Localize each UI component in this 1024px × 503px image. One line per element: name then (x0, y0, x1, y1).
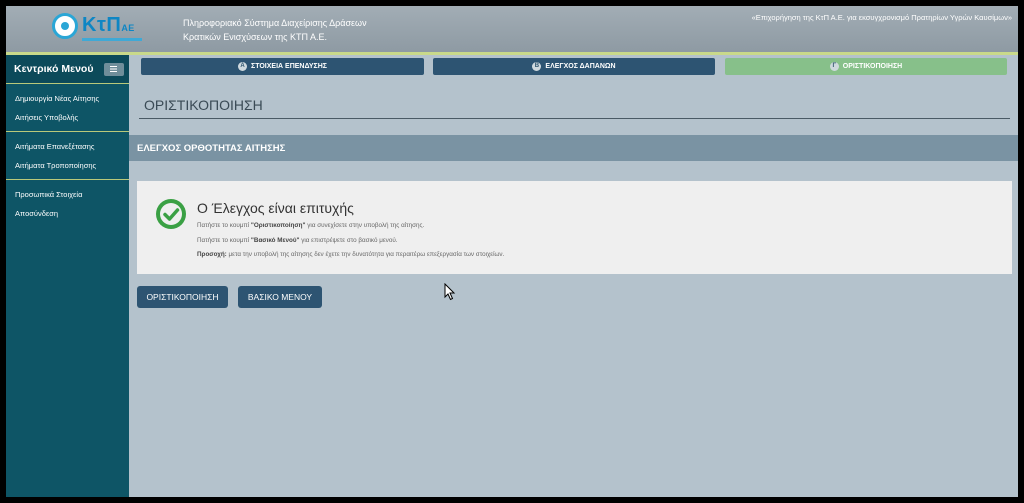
sidebar-group-requests: Αιτήματα Επανεξέτασης Αιτήματα Τροποποίη… (6, 132, 129, 180)
program-name: «Επιχορήγηση της ΚτΠ Α.Ε. για εκσυγχρονι… (751, 13, 1012, 22)
success-heading: Ο Έλεγχος είναι επιτυχής (197, 200, 354, 216)
sidebar-item-modification-requests[interactable]: Αιτήματα Τροποποίησης (6, 156, 129, 175)
success-check-icon (156, 199, 186, 229)
logo-ring-icon (52, 13, 78, 39)
finalize-button[interactable]: ΟΡΙΣΤΙΚΟΠΟΙΗΣΗ (137, 286, 228, 308)
system-title-line1: Πληροφοριακό Σύστημα Διαχείρισης Δράσεων (183, 18, 367, 28)
main-menu-button[interactable]: ΒΑΣΙΚΟ ΜΕΝΟΥ (238, 286, 322, 308)
sidebar-header: Κεντρικό Μενού (6, 55, 129, 84)
step-tab-investment-details[interactable]: A ΣΤΟΙΧΕΙΑ ΕΠΕΝΔΥΣΗΣ (141, 58, 424, 75)
warning-note: Προσοχή: μετα την υποβολή της αίτησης δε… (197, 251, 505, 258)
ktp-logo[interactable]: ΚτΠΑΕ (52, 13, 147, 45)
logo-underline (82, 38, 142, 41)
page-title: ΟΡΙΣΤΙΚΟΠΟΙΗΣΗ (144, 97, 263, 113)
sidebar-item-logout[interactable]: Αποσύνδεση (6, 204, 129, 223)
section-header: ΕΛΕΓΧΟΣ ΟΡΘΟΤΗΤΑΣ ΑΙΤΗΣΗΣ (129, 135, 1018, 161)
step-number-badge: B (532, 62, 542, 71)
step-number-badge: A (238, 62, 247, 71)
app-window: ΚτΠΑΕ Πληροφοριακό Σύστημα Διαχείρισης Δ… (6, 6, 1018, 497)
system-title-line2: Κρατικών Ενισχύσεων της ΚΤΠ Α.Ε. (183, 32, 328, 42)
mouse-cursor-icon (444, 283, 456, 301)
step-number-badge: Γ (829, 62, 839, 71)
hamburger-icon (110, 66, 117, 72)
validation-result-panel: Ο Έλεγχος είναι επιτυχής Πατήστε το κουμ… (137, 181, 1012, 274)
instruction-finalize: Πατήστε το κουμπί "Οριστικοποίηση" για σ… (197, 222, 425, 229)
system-title: Πληροφοριακό Σύστημα Διαχείρισης Δράσεων… (183, 16, 367, 44)
sidebar-title: Κεντρικό Μενού (14, 63, 94, 75)
main-content: A ΣΤΟΙΧΕΙΑ ΕΠΕΝΔΥΣΗΣ B ΕΛΕΓΧΟΣ ΔΑΠΑΝΩΝ Γ… (129, 55, 1018, 497)
sidebar-group-applications: Δημιουργία Νέας Αίτησης Αιτήσεις Υποβολή… (6, 84, 129, 132)
sidebar-group-account: Προσωπικά Στοιχεία Αποσύνδεση (6, 180, 129, 227)
sidebar: Κεντρικό Μενού Δημιουργία Νέας Αίτησης Α… (6, 55, 129, 497)
sidebar-item-new-application[interactable]: Δημιουργία Νέας Αίτησης (6, 89, 129, 108)
step-label: ΣΤΟΙΧΕΙΑ ΕΠΕΝΔΥΣΗΣ (251, 63, 327, 70)
step-tab-expense-check[interactable]: B ΕΛΕΓΧΟΣ ΔΑΠΑΝΩΝ (433, 58, 715, 75)
instruction-main-menu: Πατήστε το κουμπί "Βασικό Μενού" για επι… (197, 237, 398, 244)
sidebar-item-submitted-applications[interactable]: Αιτήσεις Υποβολής (6, 108, 129, 127)
logo-text: ΚτΠΑΕ (82, 14, 135, 36)
title-divider (139, 118, 1010, 119)
sidebar-item-review-requests[interactable]: Αιτήματα Επανεξέτασης (6, 137, 129, 156)
step-label: ΕΛΕΓΧΟΣ ΔΑΠΑΝΩΝ (545, 63, 616, 70)
section-title: ΕΛΕΓΧΟΣ ΟΡΘΟΤΗΤΑΣ ΑΙΤΗΣΗΣ (137, 143, 286, 154)
sidebar-item-personal-details[interactable]: Προσωπικά Στοιχεία (6, 185, 129, 204)
menu-toggle-button[interactable] (104, 63, 124, 76)
step-label: ΟΡΙΣΤΙΚΟΠΟΙΗΣΗ (842, 63, 903, 70)
step-tab-finalization[interactable]: Γ ΟΡΙΣΤΙΚΟΠΟΙΗΣΗ (725, 58, 1007, 75)
header: ΚτΠΑΕ Πληροφοριακό Σύστημα Διαχείρισης Δ… (6, 6, 1018, 55)
